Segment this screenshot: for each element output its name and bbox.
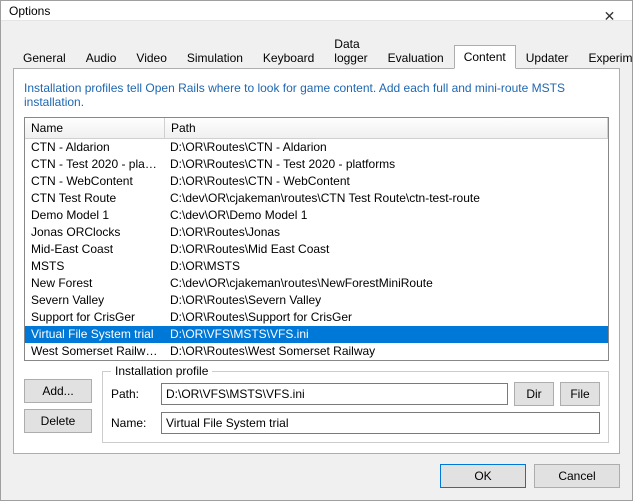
client-area: GeneralAudioVideoSimulationKeyboardData …: [1, 21, 632, 500]
cell-name: Virtual File System trial: [25, 326, 164, 343]
window-title: Options: [9, 4, 50, 18]
cell-name: Severn Valley: [25, 292, 164, 309]
tab-video[interactable]: Video: [126, 46, 176, 69]
cell-path: D:\OR\Routes\CTN - Test 2020 - platforms: [164, 156, 608, 173]
tab-general[interactable]: General: [13, 46, 76, 69]
titlebar: Options ✕: [1, 1, 632, 21]
cell-name: Demo Model 1: [25, 207, 164, 224]
cell-name: Jonas ORClocks: [25, 224, 164, 241]
tab-strip: GeneralAudioVideoSimulationKeyboardData …: [13, 31, 620, 69]
installation-profile-group: Installation profile Path: Dir File Name…: [102, 371, 609, 443]
cell-name: CTN - WebContent: [25, 173, 164, 190]
tab-updater[interactable]: Updater: [516, 46, 579, 69]
cell-name: Support for CrisGer: [25, 309, 164, 326]
name-input[interactable]: [161, 412, 600, 434]
tab-content[interactable]: Content: [454, 45, 516, 69]
list-row[interactable]: Jonas ORClocksD:\OR\Routes\Jonas: [25, 224, 608, 241]
list-row[interactable]: Mid-East CoastD:\OR\Routes\Mid East Coas…: [25, 241, 608, 258]
cancel-button[interactable]: Cancel: [534, 464, 620, 488]
group-legend: Installation profile: [111, 364, 212, 378]
cell-path: D:\OR\Routes\CTN - Aldarion: [164, 139, 608, 156]
list-row[interactable]: CTN - WebContentD:\OR\Routes\CTN - WebCo…: [25, 173, 608, 190]
list-row[interactable]: CTN Test RouteC:\dev\OR\cjakeman\routes\…: [25, 190, 608, 207]
column-header-name[interactable]: Name: [25, 118, 165, 138]
cell-path: D:\OR\Routes\Jonas: [164, 224, 608, 241]
tab-keyboard[interactable]: Keyboard: [253, 46, 324, 69]
path-label: Path:: [111, 387, 155, 401]
tab-evaluation[interactable]: Evaluation: [378, 46, 454, 69]
cell-name: MSTS: [25, 258, 164, 275]
options-dialog: Options ✕ GeneralAudioVideoSimulationKey…: [0, 0, 633, 501]
list-row[interactable]: CTN - Test 2020 - platformsD:\OR\Routes\…: [25, 156, 608, 173]
add-button[interactable]: Add...: [24, 379, 92, 403]
cell-path: D:\OR\Routes\Severn Valley: [164, 292, 608, 309]
cell-path: D:\OR\MSTS: [164, 258, 608, 275]
tab-experimental[interactable]: Experimental: [578, 46, 633, 69]
cell-name: CTN Test Route: [25, 190, 164, 207]
name-row: Name:: [111, 412, 600, 434]
ok-button[interactable]: OK: [440, 464, 526, 488]
column-header-path[interactable]: Path: [165, 118, 608, 138]
cell-name: West Somerset Railway: [25, 343, 164, 360]
list-row[interactable]: Demo Model 1C:\dev\OR\Demo Model 1: [25, 207, 608, 224]
list-body: CTN - AldarionD:\OR\Routes\CTN - Aldario…: [25, 139, 608, 360]
cell-path: C:\dev\OR\cjakeman\routes\CTN Test Route…: [164, 190, 608, 207]
tab-audio[interactable]: Audio: [76, 46, 127, 69]
dialog-buttons: OK Cancel: [13, 454, 620, 488]
cell-path: D:\OR\Routes\West Somerset Railway: [164, 343, 608, 360]
cell-path: D:\OR\VFS\MSTS\VFS.ini: [164, 326, 608, 343]
path-input[interactable]: [161, 383, 508, 405]
cell-path: C:\dev\OR\Demo Model 1: [164, 207, 608, 224]
list-row[interactable]: CTN - AldarionD:\OR\Routes\CTN - Aldario…: [25, 139, 608, 156]
cell-path: D:\OR\Routes\Support for CrisGer: [164, 309, 608, 326]
list-row[interactable]: Virtual File System trialD:\OR\VFS\MSTS\…: [25, 326, 608, 343]
side-buttons: Add... Delete: [24, 371, 92, 443]
below-list-area: Add... Delete Installation profile Path:…: [24, 371, 609, 443]
cell-path: C:\dev\OR\cjakeman\routes\NewForestMiniR…: [164, 275, 608, 292]
cell-path: D:\OR\Routes\CTN - WebContent: [164, 173, 608, 190]
list-row[interactable]: West Somerset RailwayD:\OR\Routes\West S…: [25, 343, 608, 360]
list-header: Name Path: [25, 118, 608, 139]
cell-name: CTN - Aldarion: [25, 139, 164, 156]
list-row[interactable]: Severn ValleyD:\OR\Routes\Severn Valley: [25, 292, 608, 309]
dir-button[interactable]: Dir: [514, 382, 554, 406]
profiles-list[interactable]: Name Path CTN - AldarionD:\OR\Routes\CTN…: [24, 117, 609, 361]
close-icon: ✕: [604, 8, 616, 25]
name-label: Name:: [111, 416, 155, 430]
path-row: Path: Dir File: [111, 382, 600, 406]
list-row[interactable]: New ForestC:\dev\OR\cjakeman\routes\NewF…: [25, 275, 608, 292]
list-row[interactable]: MSTSD:\OR\MSTS: [25, 258, 608, 275]
cell-name: CTN - Test 2020 - platforms: [25, 156, 164, 173]
close-button[interactable]: ✕: [587, 1, 632, 31]
cell-name: New Forest: [25, 275, 164, 292]
cell-path: D:\OR\Routes\Mid East Coast: [164, 241, 608, 258]
tab-simulation[interactable]: Simulation: [177, 46, 253, 69]
cell-name: Mid-East Coast: [25, 241, 164, 258]
file-button[interactable]: File: [560, 382, 600, 406]
tabpage-content: Installation profiles tell Open Rails wh…: [13, 69, 620, 454]
delete-button[interactable]: Delete: [24, 409, 92, 433]
content-description: Installation profiles tell Open Rails wh…: [24, 79, 609, 117]
list-row[interactable]: Support for CrisGerD:\OR\Routes\Support …: [25, 309, 608, 326]
tab-data-logger[interactable]: Data logger: [324, 32, 377, 69]
